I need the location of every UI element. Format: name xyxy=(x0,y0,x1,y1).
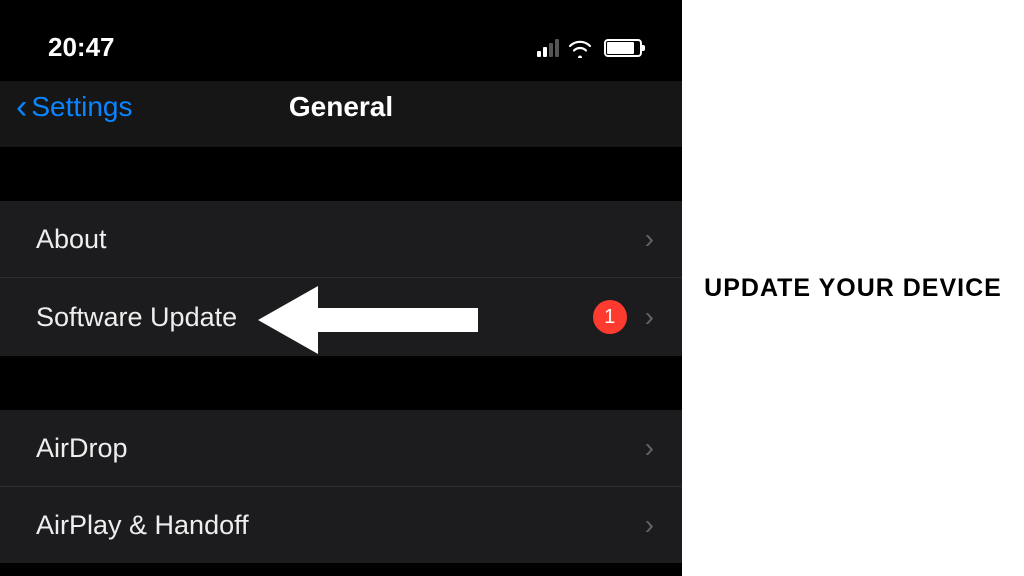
chevron-right-icon: › xyxy=(645,223,654,255)
chevron-right-icon: › xyxy=(645,432,654,464)
row-label: About xyxy=(36,224,107,255)
row-label: AirPlay & Handoff xyxy=(36,510,249,541)
nav-bar: ‹ Settings General xyxy=(0,81,682,147)
notification-badge: 1 xyxy=(593,300,627,334)
row-airplay-handoff[interactable]: AirPlay & Handoff › xyxy=(0,487,682,563)
row-label: AirDrop xyxy=(36,433,128,464)
caption-panel: UPDATE YOUR DEVICE xyxy=(682,0,1024,576)
back-label: Settings xyxy=(31,91,132,123)
section-gap xyxy=(0,356,682,410)
section-1: About › Software Update 1 › xyxy=(0,201,682,356)
cellular-signal-icon xyxy=(537,39,559,57)
wifi-icon xyxy=(567,38,593,58)
chevron-left-icon: ‹ xyxy=(16,90,27,124)
section-gap xyxy=(0,147,682,201)
back-button[interactable]: ‹ Settings xyxy=(16,90,133,124)
battery-icon xyxy=(604,39,642,57)
row-software-update[interactable]: Software Update 1 › xyxy=(0,278,682,356)
row-label: Software Update xyxy=(36,302,237,333)
status-bar: 20:47 xyxy=(0,0,682,81)
caption-text: UPDATE YOUR DEVICE xyxy=(704,274,1002,303)
chevron-right-icon: › xyxy=(645,509,654,541)
row-airdrop[interactable]: AirDrop › xyxy=(0,410,682,487)
status-time: 20:47 xyxy=(48,32,115,63)
phone-screen: 20:47 ‹ Settings General xyxy=(0,0,682,576)
section-2: AirDrop › AirPlay & Handoff › xyxy=(0,410,682,563)
chevron-right-icon: › xyxy=(645,301,654,333)
row-about[interactable]: About › xyxy=(0,201,682,278)
status-icons xyxy=(537,38,642,58)
